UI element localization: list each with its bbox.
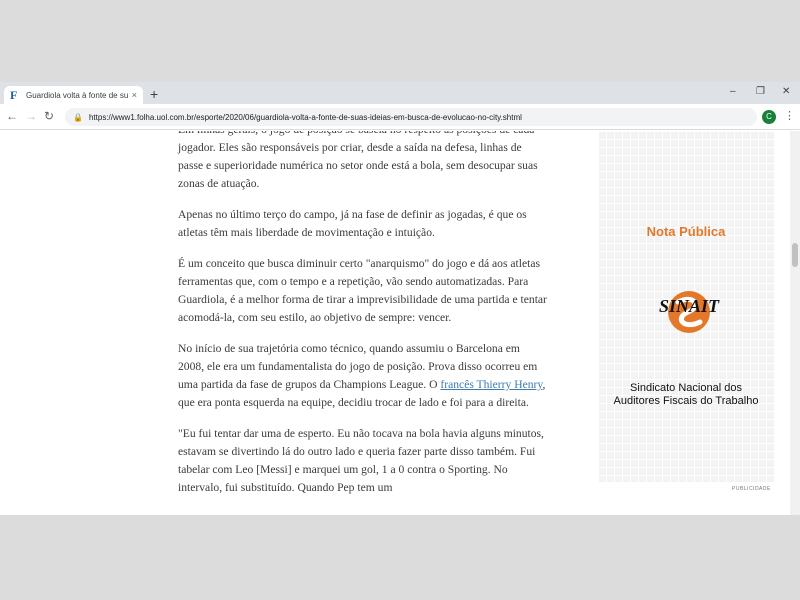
url-text[interactable]: https://www1.folha.uol.com.br/esporte/20… xyxy=(89,113,522,122)
tab-active[interactable]: F Guardiola volta à fonte de suas id... … xyxy=(4,86,143,104)
ad-title: Nota Pública xyxy=(646,224,726,239)
restore-icon[interactable]: ❐ xyxy=(756,86,765,97)
article-paragraph: Em linhas gerais, o jogo de posição se b… xyxy=(178,131,538,190)
reload-icon[interactable]: ↻ xyxy=(44,110,54,122)
ad-subtitle-line2: Auditores Fiscais do Trabalho xyxy=(613,395,759,407)
back-icon[interactable]: ← xyxy=(6,110,18,122)
sinait-logo-icon: SINAIT xyxy=(659,291,720,333)
address-bar[interactable]: 🔒 https://www1.folha.uol.com.br/esporte/… xyxy=(65,108,757,126)
article-paragraph: "Eu fui tentar dar uma de esperto. Eu nã… xyxy=(178,427,544,494)
article-paragraph: É um conceito que busca diminuir certo "… xyxy=(178,257,547,324)
article-body: Em linhas gerais, o jogo de posição se b… xyxy=(178,131,548,510)
vertical-scrollbar[interactable] xyxy=(790,131,800,515)
forward-icon[interactable]: → xyxy=(25,110,37,122)
browser-window: F Guardiola volta à fonte de suas id... … xyxy=(0,82,800,515)
advertisement-banner[interactable]: Nota Pública SINAIT Sindicato Nacional d… xyxy=(598,131,774,482)
sinait-logo-text: SINAIT xyxy=(659,296,720,316)
minimize-icon[interactable]: – xyxy=(730,86,736,97)
folha-favicon-icon: F xyxy=(10,87,18,102)
publicidade-label: PUBLICIDADE xyxy=(732,486,771,492)
screen-background-bottom xyxy=(0,515,800,600)
browser-toolbar: ← → ↻ 🔒 https://www1.folha.uol.com.br/es… xyxy=(0,104,800,130)
menu-kebab-icon[interactable]: ⋮ xyxy=(784,110,795,122)
article-paragraph: Apenas no último terço do campo, já na f… xyxy=(178,208,527,239)
screen-background-top xyxy=(0,0,800,82)
thierry-henry-link[interactable]: francês Thierry Henry xyxy=(440,378,542,391)
tab-strip: F Guardiola volta à fonte de suas id... … xyxy=(0,82,800,104)
new-tab-button[interactable]: + xyxy=(150,87,158,101)
ad-subtitle-line1: Sindicato Nacional dos xyxy=(630,382,742,394)
scrollbar-thumb[interactable] xyxy=(792,243,798,267)
article-paragraph: No início de sua trajetória como técnico… xyxy=(178,340,548,412)
page-content: Em linhas gerais, o jogo de posição se b… xyxy=(0,131,790,515)
tab-close-icon[interactable]: × xyxy=(132,90,137,100)
tab-title: Guardiola volta à fonte de suas id... xyxy=(26,90,128,100)
profile-avatar[interactable]: C xyxy=(762,110,776,124)
window-close-icon[interactable]: ✕ xyxy=(782,86,790,97)
lock-icon[interactable]: 🔒 xyxy=(73,113,83,122)
